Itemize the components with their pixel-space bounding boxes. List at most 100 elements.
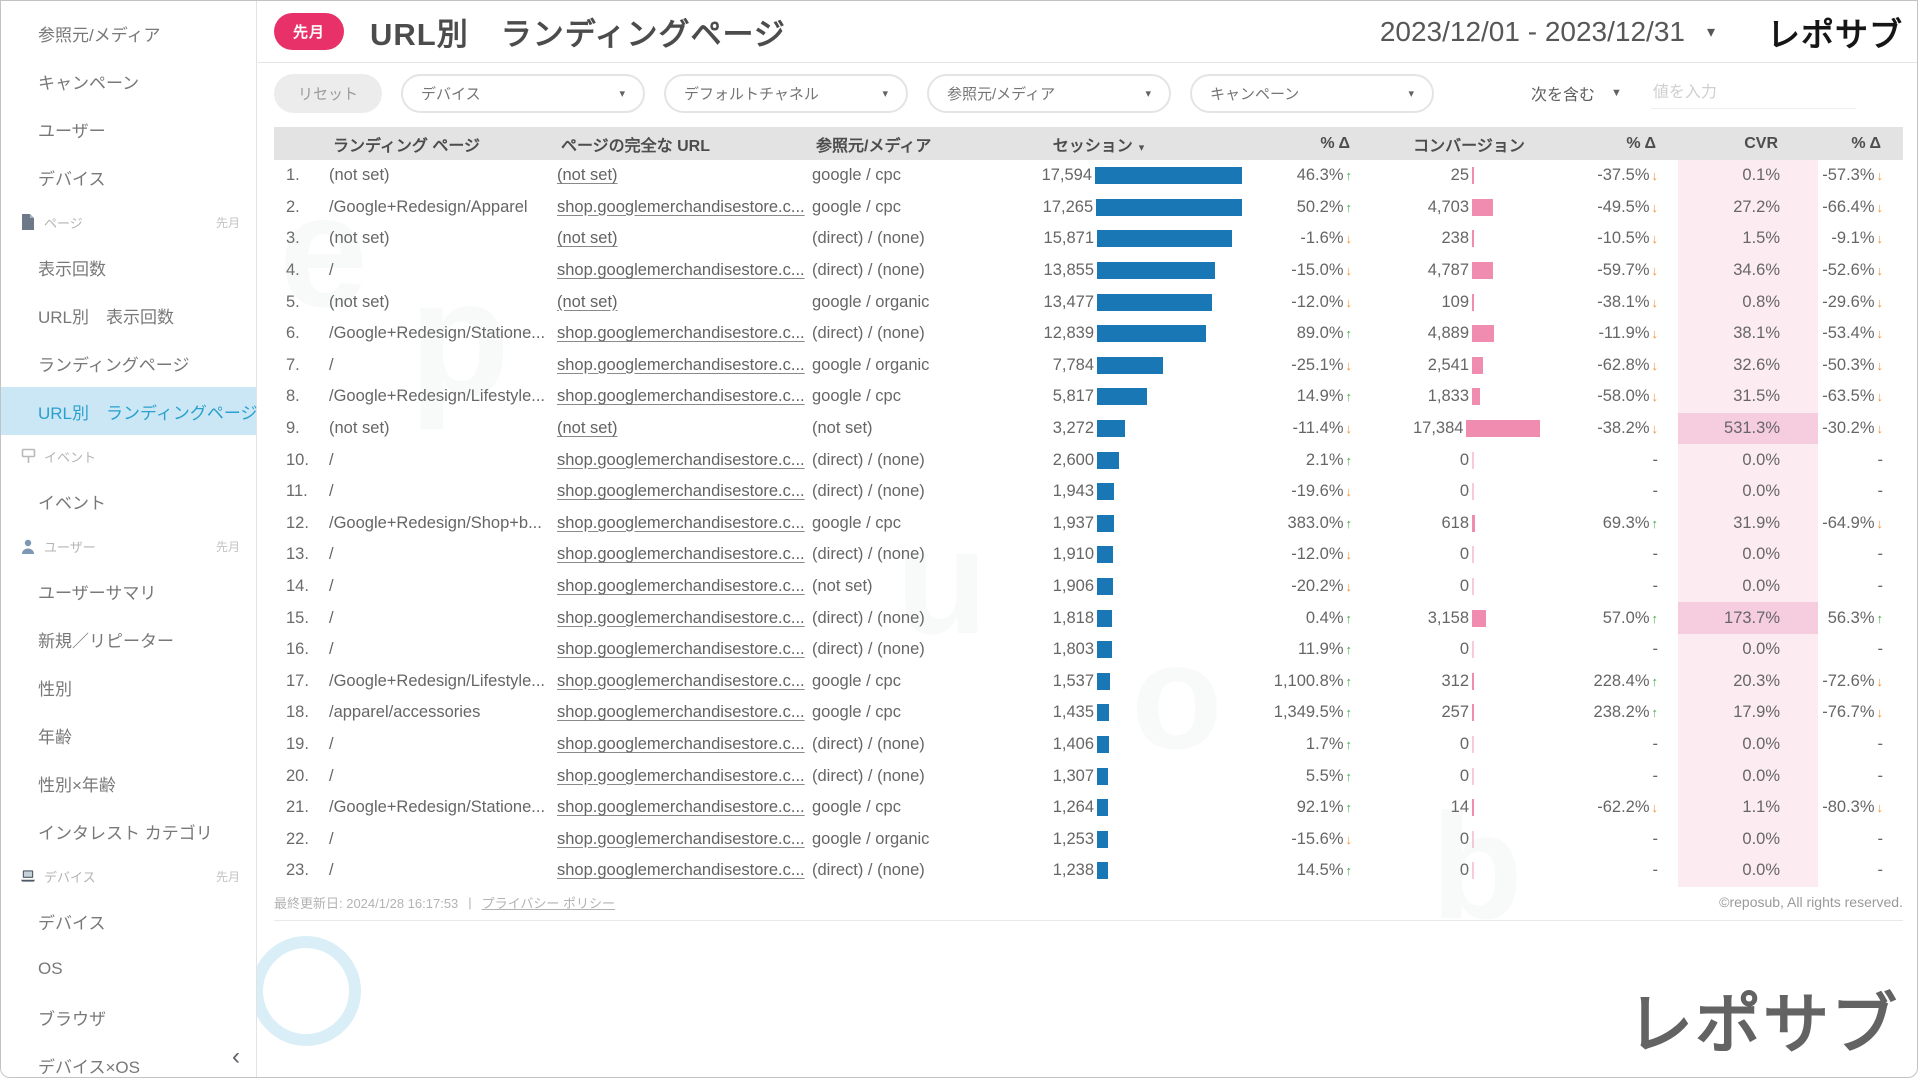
url-link[interactable]: shop.googlemerchandisestore.c... (557, 356, 805, 374)
sidebar-item[interactable]: 性別×年齢 (1, 759, 256, 807)
table-row: 12. /Google+Redesign/Shop+b... shop.goog… (274, 508, 1903, 540)
conversions-bar (1472, 388, 1480, 405)
conversions-cell: 14 (1372, 798, 1540, 817)
cvr-cell: 0.0% (1678, 760, 1818, 792)
sidebar-item[interactable]: インタレスト カテゴリ (1, 807, 256, 855)
url-link[interactable]: shop.googlemerchandisestore.c... (557, 735, 805, 753)
filter-value-input[interactable] (1651, 78, 1856, 109)
sidebar-item[interactable]: URL別 表示回数 (1, 291, 256, 339)
conversions-bar (1472, 294, 1474, 311)
source-medium-cell: (direct) / (none) (812, 609, 997, 628)
conversions-cell: 3,158 (1372, 609, 1540, 628)
url-link[interactable]: shop.googlemerchandisestore.c... (557, 451, 805, 469)
row-number: 2. (274, 198, 329, 217)
full-url-cell: shop.googlemerchandisestore.c... (557, 767, 812, 786)
landing-page-cell: /Google+Redesign/Apparel (329, 198, 557, 217)
arrow-down-icon: ↓ (1877, 516, 1884, 531)
url-link[interactable]: (not set) (557, 166, 618, 184)
url-link[interactable]: shop.googlemerchandisestore.c... (557, 545, 805, 563)
row-number: 19. (274, 735, 329, 754)
full-url-cell: shop.googlemerchandisestore.c... (557, 198, 812, 217)
cvr-cell: 0.0% (1678, 855, 1818, 887)
sessions-cell: 1,906 (997, 577, 1242, 596)
landing-page-cell: / (329, 482, 557, 501)
sidebar-item[interactable]: デバイス×OS (1, 1041, 256, 1078)
arrow-down-icon: ↓ (1877, 389, 1884, 404)
sidebar-item[interactable]: ユーザーサマリ (1, 567, 256, 615)
sidebar-item[interactable]: イベント (1, 477, 256, 525)
arrow-up-icon: ↑ (1346, 674, 1353, 689)
url-link[interactable]: shop.googlemerchandisestore.c... (557, 767, 805, 785)
full-url-cell: (not set) (557, 229, 812, 248)
sidebar-item[interactable]: ランディングページ (1, 339, 256, 387)
sidebar-item[interactable]: URL別 ランディングページ (1, 387, 256, 435)
date-range-picker[interactable]: 2023/12/01 - 2023/12/31 ▾ (1380, 16, 1715, 48)
sessions-bar (1097, 325, 1206, 342)
conversions-cell: 25 (1372, 166, 1540, 185)
sidebar-item[interactable]: ブラウザ (1, 993, 256, 1041)
sessions-delta-cell: 5.5%↑ (1242, 767, 1372, 786)
url-link[interactable]: shop.googlemerchandisestore.c... (557, 861, 805, 879)
url-link[interactable]: shop.googlemerchandisestore.c... (557, 324, 805, 342)
arrow-up-icon: ↑ (1346, 737, 1353, 752)
url-link[interactable]: shop.googlemerchandisestore.c... (557, 609, 805, 627)
url-link[interactable]: shop.googlemerchandisestore.c... (557, 672, 805, 690)
sidebar-item-label: 参照元/メディア (38, 21, 161, 46)
conversions-bar (1472, 483, 1474, 500)
sidebar-item[interactable]: 新規／リピーター (1, 615, 256, 663)
sidebar-item[interactable]: 年齢 (1, 711, 256, 759)
sidebar-item[interactable]: 表示回数 (1, 243, 256, 291)
conversions-delta-cell: - (1540, 451, 1678, 470)
url-link[interactable]: shop.googlemerchandisestore.c... (557, 830, 805, 848)
url-link[interactable]: shop.googlemerchandisestore.c... (557, 198, 805, 216)
url-link[interactable]: shop.googlemerchandisestore.c... (557, 387, 805, 405)
reset-button[interactable]: リセット (274, 74, 382, 113)
arrow-down-icon: ↓ (1652, 168, 1659, 183)
url-link[interactable]: shop.googlemerchandisestore.c... (557, 482, 805, 500)
cvr-cell: 0.0% (1678, 444, 1818, 476)
sessions-bar (1096, 199, 1242, 216)
table-row: 16. / shop.googlemerchandisestore.c... (… (274, 634, 1903, 666)
col-sessions-sort[interactable]: セッション▾ (997, 132, 1242, 156)
filter-dropdown[interactable]: デフォルトチャネル ▾ (664, 74, 908, 113)
filter-dropdown[interactable]: デバイス ▾ (401, 74, 645, 113)
url-link[interactable]: shop.googlemerchandisestore.c... (557, 261, 805, 279)
url-link[interactable]: (not set) (557, 419, 618, 437)
arrow-down-icon: ↓ (1346, 263, 1353, 278)
sidebar-item[interactable]: デバイス (1, 153, 256, 201)
url-link[interactable]: (not set) (557, 293, 618, 311)
privacy-link[interactable]: プライバシー ポリシー (482, 893, 615, 912)
arrow-down-icon: ↓ (1877, 231, 1884, 246)
full-url-cell: shop.googlemerchandisestore.c... (557, 261, 812, 280)
chevron-down-icon: ▾ (619, 87, 625, 100)
sidebar-nav: 参照元/メディア キャンペーン ユーザー デバイス ページ 先月 表示回数 UR… (1, 9, 256, 1078)
arrow-down-icon: ↓ (1877, 263, 1884, 278)
source-medium-cell: (direct) / (none) (812, 451, 997, 470)
url-link[interactable]: shop.googlemerchandisestore.c... (557, 640, 805, 658)
source-medium-cell: google / organic (812, 830, 997, 849)
url-link[interactable]: shop.googlemerchandisestore.c... (557, 577, 805, 595)
sessions-delta-cell: 92.1%↑ (1242, 798, 1372, 817)
arrow-down-icon: ↓ (1652, 389, 1659, 404)
url-link[interactable]: shop.googlemerchandisestore.c... (557, 703, 805, 721)
conversions-delta-cell: -62.8%↓ (1540, 356, 1678, 375)
sidebar-item[interactable]: ユーザー (1, 105, 256, 153)
sidebar-item[interactable]: キャンペーン (1, 57, 256, 105)
url-link[interactable]: shop.googlemerchandisestore.c... (557, 798, 805, 816)
sidebar-collapse-button[interactable]: ‹ (232, 1045, 240, 1069)
landing-page-cell: / (329, 830, 557, 849)
landing-page-cell: / (329, 609, 557, 628)
conversions-bar (1472, 167, 1474, 184)
landing-page-cell: (not set) (329, 419, 557, 438)
filter-dropdown-label: デフォルトチャネル (684, 83, 819, 104)
sidebar-item[interactable]: 性別 (1, 663, 256, 711)
sidebar-item[interactable]: 参照元/メディア (1, 9, 256, 57)
sidebar-item[interactable]: デバイス (1, 897, 256, 945)
sidebar-item[interactable]: OS (1, 945, 256, 993)
filter-dropdown[interactable]: キャンペーン ▾ (1190, 74, 1434, 113)
url-link[interactable]: shop.googlemerchandisestore.c... (557, 514, 805, 532)
match-condition-dropdown[interactable]: 次を含む ▼ (1531, 81, 1622, 105)
filter-dropdown[interactable]: 参照元/メディア ▾ (927, 74, 1171, 113)
source-medium-cell: google / cpc (812, 166, 997, 185)
url-link[interactable]: (not set) (557, 229, 618, 247)
